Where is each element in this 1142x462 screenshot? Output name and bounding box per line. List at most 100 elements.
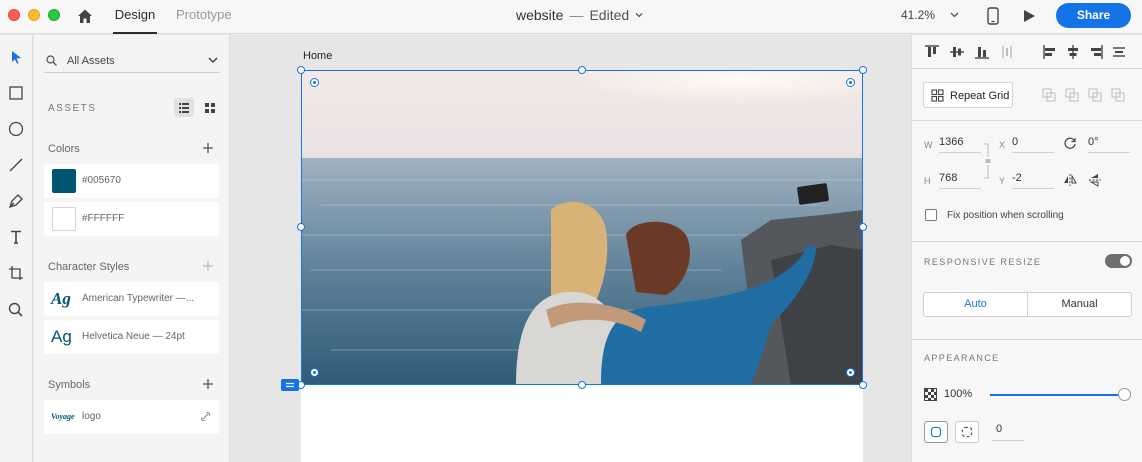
play-icon[interactable]	[1022, 9, 1036, 23]
resize-handle[interactable]	[297, 66, 305, 74]
opacity-slider[interactable]	[990, 394, 1123, 396]
stack-padding-icon[interactable]	[281, 379, 299, 391]
grid-view-icon[interactable]	[200, 98, 220, 117]
resize-handle[interactable]	[297, 223, 305, 231]
resize-handle[interactable]	[578, 381, 586, 389]
resize-manual-option[interactable]: Manual	[1028, 293, 1131, 316]
corner-radius-handle[interactable]	[846, 78, 855, 87]
align-left-icon[interactable]	[1042, 44, 1058, 60]
symbol-label: logo	[82, 411, 101, 422]
search-icon	[46, 55, 57, 66]
symbol-thumbnail: Voyage	[51, 412, 75, 421]
distribute-vertical-icon[interactable]	[1111, 44, 1127, 60]
zoom-level[interactable]: 41.2%	[901, 8, 935, 22]
design-canvas[interactable]: Home	[231, 35, 911, 462]
fix-position-checkbox[interactable]	[925, 209, 937, 221]
minimize-window-button[interactable]	[28, 9, 40, 21]
assets-panel: All Assets ASSETS Colors #005670 #FFFFFF…	[34, 35, 230, 462]
individual-corner-radius-icon[interactable]	[955, 421, 979, 443]
character-style-label: Helvetica Neue — 24pt	[82, 331, 185, 342]
rotation-field[interactable]: 0°	[1088, 135, 1130, 153]
boolean-subtract-icon[interactable]	[1065, 88, 1079, 102]
corner-radius-handle[interactable]	[310, 368, 319, 377]
add-character-style-icon[interactable]	[202, 260, 214, 272]
ellipse-tool-icon[interactable]	[6, 119, 26, 139]
document-title[interactable]: website — Edited	[516, 7, 643, 23]
link-icon[interactable]	[200, 411, 211, 422]
width-field[interactable]: 1366	[939, 135, 981, 153]
height-label: H	[924, 176, 931, 186]
assets-heading: ASSETS	[48, 103, 97, 114]
y-field[interactable]: -2	[1012, 171, 1054, 189]
uniform-corner-radius-icon[interactable]	[924, 421, 948, 443]
divider	[912, 339, 1142, 340]
color-hex-label: #FFFFFF	[82, 213, 125, 224]
color-swatch-item[interactable]: #FFFFFF	[44, 202, 219, 236]
zoom-tool-icon[interactable]	[6, 300, 26, 320]
fix-position-label: Fix position when scrolling	[947, 210, 1064, 221]
lock-aspect-icon[interactable]	[983, 142, 991, 180]
select-tool-icon[interactable]	[6, 48, 26, 68]
text-tool-icon[interactable]	[6, 227, 26, 247]
boolean-exclude-icon[interactable]	[1111, 88, 1125, 102]
chevron-down-icon[interactable]	[950, 12, 959, 18]
height-field[interactable]: 768	[939, 171, 981, 189]
align-middle-icon[interactable]	[949, 44, 965, 60]
corner-radius-field[interactable]: 0	[992, 423, 1024, 441]
list-view-icon[interactable]	[174, 98, 194, 117]
device-preview-icon[interactable]	[987, 7, 999, 25]
distribute-horizontal-icon[interactable]	[999, 44, 1015, 60]
colors-section-title: Colors	[48, 143, 80, 155]
color-swatch-item[interactable]: #005670	[44, 164, 219, 198]
opacity-slider-fill	[990, 394, 1123, 396]
opacity-slider-thumb[interactable]	[1118, 388, 1131, 401]
add-color-icon[interactable]	[202, 142, 214, 154]
resize-handle[interactable]	[859, 66, 867, 74]
character-style-item[interactable]: Ag American Typewriter —...	[44, 282, 219, 316]
align-top-icon[interactable]	[924, 44, 940, 60]
document-name: website	[516, 7, 564, 23]
tab-design[interactable]: Design	[113, 0, 157, 34]
chevron-down-icon	[208, 57, 218, 64]
document-status: Edited	[589, 7, 630, 23]
home-icon[interactable]	[75, 6, 95, 26]
boolean-add-icon[interactable]	[1042, 88, 1056, 102]
flip-horizontal-icon[interactable]	[1063, 173, 1077, 187]
flip-vertical-icon[interactable]	[1088, 173, 1102, 187]
responsive-resize-toggle[interactable]	[1105, 254, 1132, 268]
rectangle-tool-icon[interactable]	[6, 83, 26, 103]
symbol-item[interactable]: Voyage logo	[44, 400, 219, 434]
symbols-section-title: Symbols	[48, 379, 91, 391]
boolean-intersect-icon[interactable]	[1088, 88, 1102, 102]
zoom-window-button[interactable]	[48, 9, 60, 21]
color-swatch	[52, 207, 76, 231]
x-field[interactable]: 0	[1012, 135, 1054, 153]
align-center-icon[interactable]	[1065, 44, 1081, 60]
line-tool-icon[interactable]	[6, 155, 26, 175]
repeat-grid-icon	[931, 89, 944, 102]
responsive-resize-title: RESPONSIVE RESIZE	[924, 257, 1042, 267]
repeat-grid-button[interactable]: Repeat Grid	[923, 82, 1013, 108]
resize-auto-option[interactable]: Auto	[924, 293, 1028, 316]
align-right-icon[interactable]	[1088, 44, 1104, 60]
resize-handle[interactable]	[578, 66, 586, 74]
tab-prototype[interactable]: Prototype	[176, 0, 232, 34]
rotate-icon	[1064, 137, 1076, 149]
color-hex-label: #005670	[82, 175, 121, 186]
assets-filter-dropdown[interactable]: All Assets	[44, 47, 220, 73]
pen-tool-icon[interactable]	[6, 191, 26, 211]
resize-handle[interactable]	[859, 381, 867, 389]
share-button[interactable]: Share	[1056, 3, 1131, 28]
divider	[912, 241, 1142, 242]
artboard-title[interactable]: Home	[303, 50, 332, 62]
tools-toolbar	[0, 35, 33, 462]
close-window-button[interactable]	[8, 9, 20, 21]
add-symbol-icon[interactable]	[202, 378, 214, 390]
opacity-field[interactable]: 100%	[944, 388, 972, 400]
resize-handle[interactable]	[859, 223, 867, 231]
corner-radius-handle[interactable]	[310, 78, 319, 87]
character-style-item[interactable]: Ag Helvetica Neue — 24pt	[44, 320, 219, 354]
artboard-tool-icon[interactable]	[6, 263, 26, 283]
corner-radius-handle[interactable]	[846, 368, 855, 377]
align-bottom-icon[interactable]	[974, 44, 990, 60]
